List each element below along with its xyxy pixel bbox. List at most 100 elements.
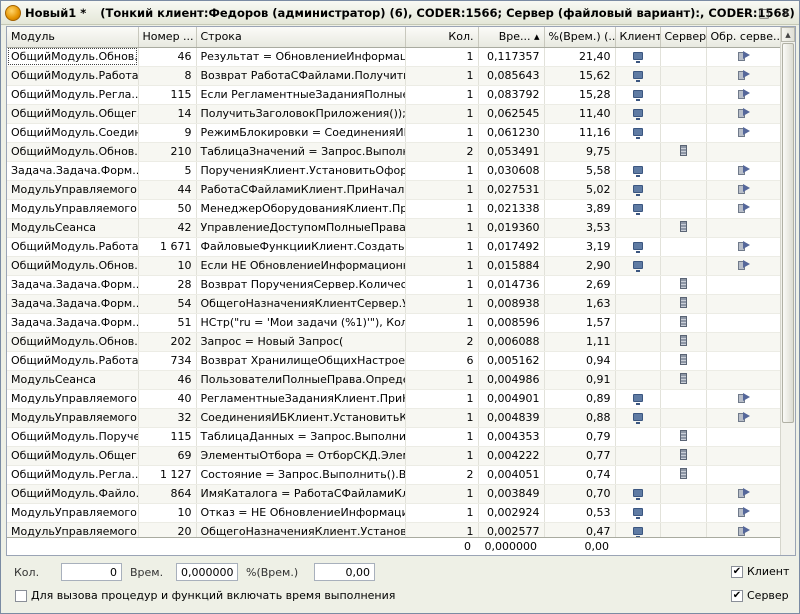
column-header-count[interactable]: Кол.: [405, 27, 479, 48]
scroll-up-button[interactable]: ▲: [781, 27, 795, 42]
column-header-line-no[interactable]: Номер ...: [138, 27, 197, 48]
cell-line-no: 44: [138, 180, 197, 200]
table-row[interactable]: ОбщийМодуль.Регла... 115 Если Регламентные…: [7, 85, 782, 105]
column-header-code[interactable]: Строка: [196, 27, 406, 48]
column-header-server[interactable]: Сервер: [660, 27, 707, 48]
cell-server-call: [706, 294, 782, 314]
time-field[interactable]: 0,000000: [176, 563, 238, 581]
table-row[interactable]: МодульСеанса 46 ПользователиПолныеПрава.Оп…: [7, 370, 782, 390]
cell-code: Отказ = НЕ ОбновлениеИнформацио...: [196, 503, 406, 523]
server-checkbox[interactable]: ✔ Сервер: [731, 589, 789, 602]
table-row[interactable]: ОбщийМодуль.Общег... 69 ЭлементыОтбора = О…: [7, 446, 782, 466]
cell-server-call: [706, 180, 782, 200]
cell-client: [615, 503, 661, 523]
client-checkbox[interactable]: ✔ Клиент: [731, 565, 789, 578]
table-row[interactable]: МодульУправляемого... 10 Отказ = НЕ Обновл…: [7, 503, 782, 523]
table-row[interactable]: ОбщийМодуль.Соедин... 9 РежимБлокировки = …: [7, 123, 782, 143]
window-subtitle: (Тонкий клиент:Федоров (администратор) (…: [100, 5, 795, 20]
cell-server: [660, 313, 707, 333]
cell-count: 1: [405, 446, 479, 466]
cell-line-no: 734: [138, 351, 197, 371]
cell-server: [660, 161, 707, 181]
table-row[interactable]: ОбщийМодуль.Обнов... 202 Запрос = Новый За…: [7, 332, 782, 352]
cell-time: 0,008938: [478, 294, 545, 314]
cell-line-no: 115: [138, 427, 197, 447]
column-header-time[interactable]: Вре... ▴: [478, 27, 545, 48]
cell-line-no: 9: [138, 123, 197, 143]
table-row[interactable]: ОбщийМодуль.Обнов... 46 Результат = Обновл…: [7, 47, 782, 67]
cell-server-call: [706, 275, 782, 295]
cell-count: 1: [405, 161, 479, 181]
table-row[interactable]: Задача.Задача.Форм... 5 ПорученияКлиент.Ус…: [7, 161, 782, 181]
include-time-checkbox[interactable]: Для вызова процедур и функций включать в…: [15, 589, 395, 602]
table-row[interactable]: Задача.Задача.Форм... 51 НСтр("ru = 'Мои з…: [7, 313, 782, 333]
cell-time: 0,021338: [478, 199, 545, 219]
server-call-icon: [737, 108, 750, 118]
table-row[interactable]: ОбщийМодуль.Обнов... 10 Если НЕ Обновление…: [7, 256, 782, 276]
cell-line-no: 54: [138, 294, 197, 314]
table-row[interactable]: ОбщийМодуль.Файло... 864 ИмяКаталога = Раб…: [7, 484, 782, 504]
cell-pct: 5,02: [544, 180, 616, 200]
minimize-button[interactable]: –: [733, 5, 751, 21]
cell-server-call: [706, 85, 782, 105]
cell-client: [615, 484, 661, 504]
cell-pct: 2,69: [544, 275, 616, 295]
cell-module: Задача.Задача.Форм...: [7, 275, 139, 295]
column-header-module[interactable]: Модуль: [7, 27, 139, 48]
table-row[interactable]: МодульСеанса 42 УправлениеДоступомПолныеПр…: [7, 218, 782, 238]
server-call-icon: [737, 412, 750, 422]
cell-count: 1: [405, 123, 479, 143]
cell-count: 1: [405, 237, 479, 257]
table-row[interactable]: ОбщийМодуль.Регла... 1 127 Состояние = Зап…: [7, 465, 782, 485]
table-row[interactable]: ОбщийМодуль.Обнов... 210 ТаблицаЗначений =…: [7, 142, 782, 162]
column-header-client[interactable]: Клиент: [615, 27, 661, 48]
cell-server-call: [706, 351, 782, 371]
server-call-icon: [737, 241, 750, 251]
table-row[interactable]: МодульУправляемого... 44 РаботаСФайламиКли…: [7, 180, 782, 200]
restore-button[interactable]: □: [755, 5, 773, 21]
client-icon: [632, 52, 643, 63]
table-row[interactable]: ОбщийМодуль.Работа... 1 671 ФайловыеФункци…: [7, 237, 782, 257]
results-grid[interactable]: Модуль Номер ... Строка Кол. Вре... ▴ %(Врем.…: [6, 26, 796, 556]
cell-time: 0,061230: [478, 123, 545, 143]
cell-count: 1: [405, 104, 479, 124]
server-call-icon: [737, 260, 750, 270]
table-row[interactable]: ОбщийМодуль.Работа... 734 Возврат Хранилищ…: [7, 351, 782, 371]
table-row[interactable]: ОбщийМодуль.Общег... 14 ПолучитьЗаголовокП…: [7, 104, 782, 124]
column-header-pct[interactable]: %(Врем.) (...: [544, 27, 616, 48]
cell-pct: 15,28: [544, 85, 616, 105]
include-time-checkbox-box[interactable]: [15, 589, 27, 602]
scroll-thumb[interactable]: [782, 43, 794, 423]
table-row[interactable]: МодульУправляемого... 32 СоединенияИБКлиен…: [7, 408, 782, 428]
window-controls: – □ ✕: [729, 5, 795, 21]
table-row[interactable]: МодульУправляемого... 50 МенеджерОборудова…: [7, 199, 782, 219]
cell-server: [660, 503, 707, 523]
client-icon: [632, 527, 643, 538]
cell-count: 1: [405, 66, 479, 86]
pct-field[interactable]: 0,00: [314, 563, 375, 581]
client-icon: [632, 71, 643, 82]
table-row[interactable]: ОбщийМодуль.Работа... 8 Возврат РаботаСФай…: [7, 66, 782, 86]
table-row[interactable]: Задача.Задача.Форм... 28 Возврат Поручения…: [7, 275, 782, 295]
close-button[interactable]: ✕: [777, 5, 795, 21]
cell-client: [615, 256, 661, 276]
count-field[interactable]: 0: [61, 563, 122, 581]
cell-time: 0,027531: [478, 180, 545, 200]
cell-line-no: 40: [138, 389, 197, 409]
cell-code: СоединенияИБКлиент.УстановитьКо...: [196, 408, 406, 428]
vertical-scrollbar[interactable]: ▲: [780, 27, 795, 555]
cell-count: 1: [405, 294, 479, 314]
cell-client: [615, 47, 661, 67]
client-icon: [632, 413, 643, 424]
server-checkbox-box[interactable]: ✔: [731, 589, 743, 602]
cell-pct: 0,77: [544, 446, 616, 466]
client-checkbox-box[interactable]: ✔: [731, 565, 743, 578]
table-row[interactable]: ОбщийМодуль.Поруче... 115 ТаблицаДанных = …: [7, 427, 782, 447]
cell-pct: 9,75: [544, 142, 616, 162]
server-checkbox-label: Сервер: [747, 589, 789, 602]
table-row[interactable]: Задача.Задача.Форм... 54 ОбщегоНазначенияК…: [7, 294, 782, 314]
table-row[interactable]: МодульУправляемого... 40 РегламентныеЗадан…: [7, 389, 782, 409]
cell-time: 0,083792: [478, 85, 545, 105]
column-header-server-call[interactable]: Обр. серве...: [706, 27, 782, 48]
cell-count: 6: [405, 351, 479, 371]
